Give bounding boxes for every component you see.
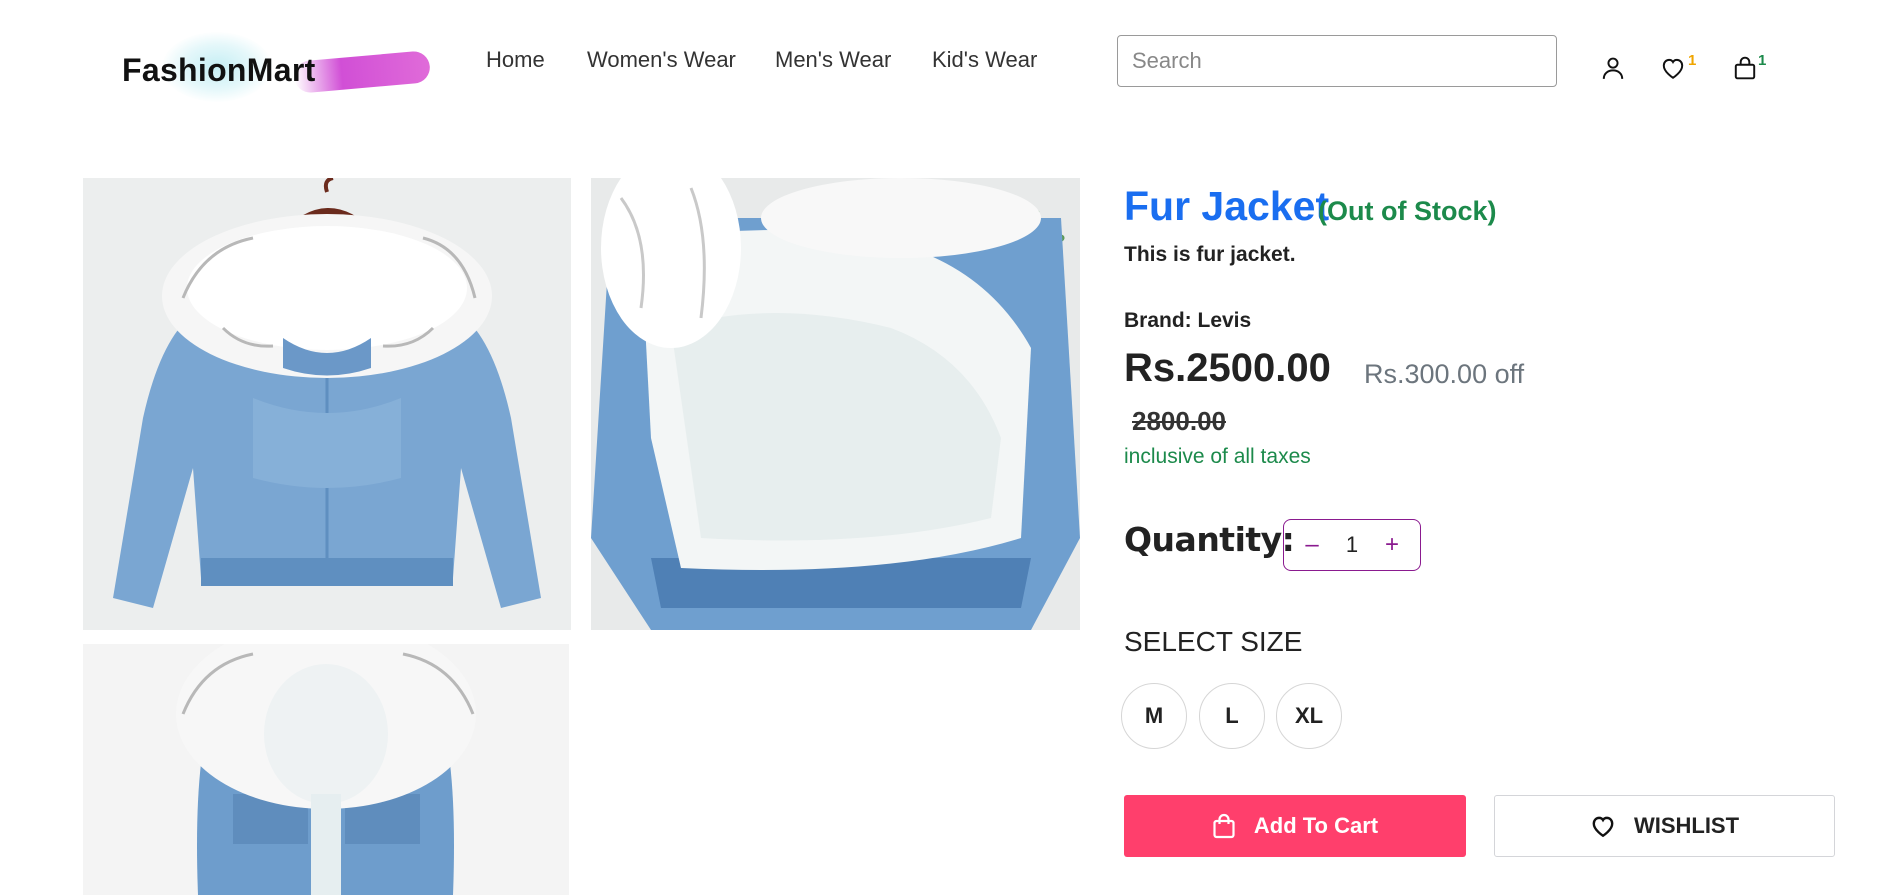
- shopping-bag-icon: [1213, 813, 1235, 839]
- product-description: This is fur jacket.: [1124, 243, 1296, 266]
- wishlist-label: WISHLIST: [1633, 813, 1740, 838]
- nav-kids-wear[interactable]: Kid's Wear: [932, 47, 1037, 73]
- nav-home[interactable]: Home: [486, 47, 545, 73]
- add-to-cart-button[interactable]: Add To Cart: [1124, 795, 1466, 857]
- quantity-stepper: – 1 +: [1283, 519, 1421, 571]
- logo-text: FashionMart: [122, 52, 316, 88]
- nav-womens-wear[interactable]: Women's Wear: [587, 47, 736, 73]
- quantity-value[interactable]: 1: [1346, 532, 1358, 558]
- size-option-l[interactable]: L: [1199, 683, 1265, 749]
- jacket-front-illustration: [83, 178, 571, 630]
- shopping-bag-icon[interactable]: [1732, 55, 1758, 81]
- product-title: Fur Jacket: [1124, 183, 1330, 229]
- heart-icon: [1592, 816, 1614, 838]
- brand-logo[interactable]: FashionMart: [104, 28, 432, 110]
- minus-icon[interactable]: –: [1298, 531, 1326, 559]
- original-price: 2800.00: [1132, 406, 1226, 436]
- plus-icon[interactable]: +: [1378, 531, 1406, 559]
- wishlist-count-badge: 1: [1688, 52, 1697, 69]
- product-brand: Brand: Levis: [1124, 309, 1252, 332]
- jacket-inside-illustration: [591, 178, 1080, 630]
- tax-note: inclusive of all taxes: [1124, 445, 1311, 468]
- product-price: Rs.2500.00: [1124, 346, 1331, 390]
- search-input[interactable]: [1117, 35, 1557, 87]
- size-option-m[interactable]: M: [1121, 683, 1187, 749]
- size-option-xl[interactable]: XL: [1276, 683, 1342, 749]
- jacket-hood-illustration: [83, 644, 569, 895]
- user-icon[interactable]: [1600, 55, 1626, 81]
- add-to-cart-label: Add To Cart: [1253, 813, 1379, 838]
- discount-amount: Rs.300.00 off: [1364, 359, 1525, 389]
- product-image-front[interactable]: [83, 178, 571, 630]
- cart-count-badge: 1: [1758, 52, 1767, 69]
- nav-mens-wear[interactable]: Men's Wear: [775, 47, 891, 73]
- product-image-hood[interactable]: [83, 644, 569, 895]
- quantity-label: Quantity:: [1124, 520, 1295, 559]
- wishlist-button[interactable]: WISHLIST: [1494, 795, 1835, 857]
- heart-icon[interactable]: [1660, 55, 1686, 81]
- product-image-inside[interactable]: [591, 178, 1080, 630]
- stock-status: (Out of Stock): [1318, 196, 1497, 226]
- select-size-label: SELECT SIZE: [1124, 626, 1303, 657]
